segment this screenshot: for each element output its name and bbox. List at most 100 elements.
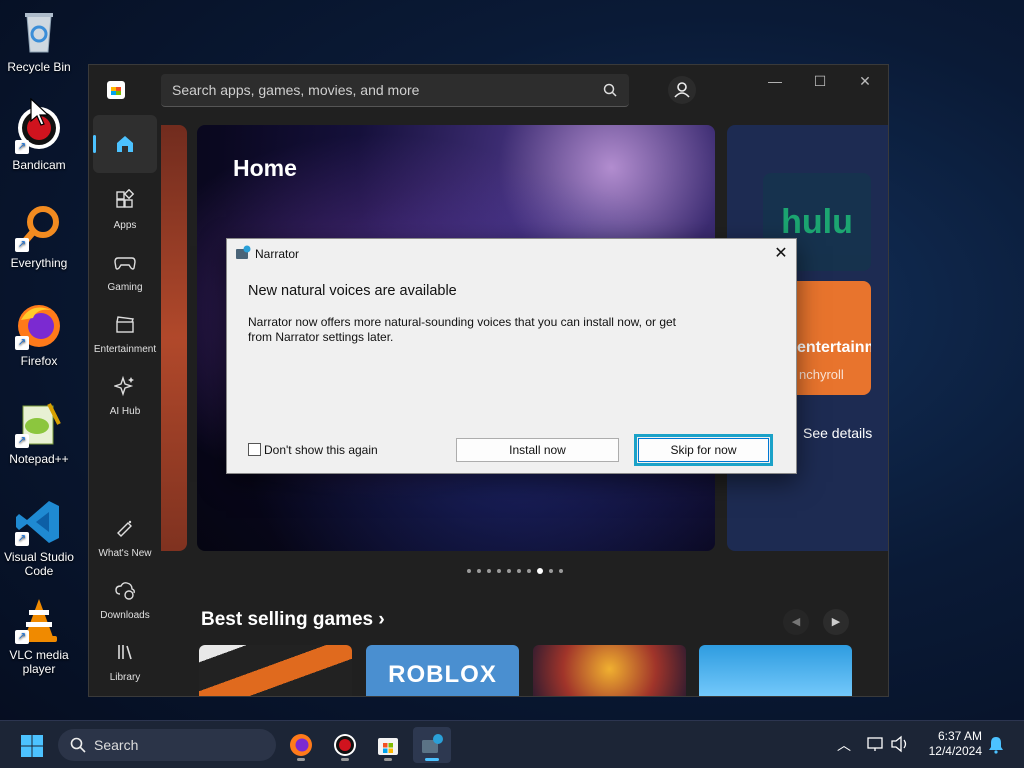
store-search-box[interactable] — [161, 74, 629, 107]
search-icon[interactable] — [603, 83, 617, 97]
nav-downloads[interactable]: Downloads — [93, 571, 157, 629]
mouse-cursor-icon — [30, 98, 48, 126]
game-tile[interactable] — [533, 645, 686, 696]
chevron-up-icon[interactable]: ︿ — [837, 735, 851, 755]
library-icon — [118, 645, 132, 660]
vlc-icon: ↗ — [15, 596, 63, 644]
taskbar-store[interactable] — [369, 727, 407, 763]
nav-label: Gaming — [107, 282, 143, 293]
carousel-dot[interactable] — [467, 569, 471, 573]
carousel-dot[interactable] — [477, 569, 481, 573]
desktop-icon-label: Bandicam — [12, 158, 66, 172]
narrator-dialog: Narrator ✕ New natural voices are availa… — [226, 238, 797, 474]
nav-home[interactable] — [93, 115, 157, 173]
taskbar-bandicam[interactable] — [326, 727, 364, 763]
skip-for-now-button[interactable]: Skip for now — [634, 434, 773, 466]
windows-start-icon[interactable] — [20, 734, 44, 758]
taskbar-clock[interactable]: 6:37 AM 12/4/2024 — [920, 729, 982, 759]
carousel-dot[interactable] — [517, 569, 521, 573]
taskbar-search-label: Search — [94, 737, 139, 753]
shortcut-arrow-icon: ↗ — [15, 336, 29, 350]
game-title: ROBLOX — [388, 661, 497, 688]
carousel-indicator — [467, 567, 563, 575]
desktop-icon-everything[interactable]: ↗ Everything — [0, 204, 78, 270]
clock-date: 12/4/2024 — [928, 744, 982, 758]
gamepad-icon — [114, 257, 136, 270]
store-titlebar: — ☐ ✕ — [89, 65, 888, 115]
volume-icon[interactable] — [890, 735, 910, 753]
nav-label: What's New — [98, 548, 152, 559]
best-selling-heading[interactable]: Best selling games › — [201, 609, 385, 631]
scroll-left-button[interactable]: ◀ — [783, 609, 809, 635]
notepad-plus-plus-icon: ↗ — [15, 400, 63, 448]
game-tile[interactable] — [199, 645, 352, 696]
see-details-link[interactable]: See details — [803, 425, 872, 441]
desktop-icon-vlc[interactable]: ↗ VLC media player — [0, 596, 78, 676]
dialog-heading: New natural voices are available — [248, 283, 457, 299]
shortcut-arrow-icon: ↗ — [15, 434, 29, 448]
shortcut-arrow-icon: ↗ — [15, 630, 29, 644]
carousel-dot-active[interactable] — [537, 568, 543, 574]
maximize-button[interactable]: ☐ — [807, 73, 833, 93]
nav-entertainment[interactable]: Entertainment — [93, 305, 157, 363]
dialog-close-button[interactable]: ✕ — [770, 243, 792, 265]
nav-whats-new[interactable]: What's New — [93, 509, 157, 567]
clapperboard-icon — [116, 316, 134, 333]
desktop-icon-label: VLC media player — [9, 648, 69, 676]
game-tile-roblox[interactable]: ROBLOX — [366, 645, 519, 696]
account-button[interactable] — [668, 76, 696, 104]
shortcut-arrow-icon: ↗ — [15, 532, 29, 546]
window-close-button[interactable]: ✕ — [852, 73, 878, 93]
nav-library[interactable]: Library — [93, 633, 157, 691]
taskbar-firefox[interactable] — [282, 727, 320, 763]
install-now-button[interactable]: Install now — [456, 438, 619, 462]
search-icon — [70, 737, 86, 753]
dialog-title: Narrator — [255, 247, 300, 261]
store-search-input[interactable] — [172, 82, 592, 98]
desktop-icon-vscode[interactable]: ↗ Visual Studio Code — [0, 498, 78, 578]
home-icon — [117, 136, 133, 152]
running-indicator — [341, 758, 349, 761]
nav-apps[interactable]: Apps — [93, 181, 157, 239]
carousel-dot[interactable] — [507, 569, 511, 573]
firefox-icon — [290, 734, 312, 756]
desktop-icon-firefox[interactable]: ↗ Firefox — [0, 302, 78, 368]
clock-time: 6:37 AM — [937, 729, 982, 743]
nav-gaming[interactable]: Gaming — [93, 243, 157, 301]
firefox-icon: ↗ — [15, 302, 63, 350]
vscode-icon: ↗ — [15, 498, 63, 546]
carousel-dot[interactable] — [487, 569, 491, 573]
nav-ai-hub[interactable]: AI Hub — [93, 367, 157, 425]
desktop-icon-label: Everything — [10, 256, 68, 270]
dont-show-again-checkbox[interactable] — [248, 443, 261, 456]
game-tile[interactable] — [699, 645, 852, 696]
scroll-right-button[interactable]: ▶ — [823, 609, 849, 635]
megaphone-icon — [117, 520, 132, 537]
carousel-dot[interactable] — [527, 569, 531, 573]
carousel-dot[interactable] — [549, 569, 553, 573]
crunchyroll-subtitle: nchyroll — [799, 367, 844, 382]
bandicam-icon — [334, 734, 356, 756]
hero-previous-slide[interactable] — [161, 125, 187, 551]
notification-bell-icon[interactable] — [988, 736, 1004, 754]
minimize-button[interactable]: — — [762, 73, 788, 93]
checkbox-label[interactable]: Don't show this again — [264, 443, 378, 457]
nav-label: AI Hub — [109, 406, 141, 417]
taskbar-search[interactable]: Search — [58, 729, 276, 761]
download-cloud-icon — [115, 582, 135, 600]
sparkle-icon — [112, 375, 134, 397]
dialog-message: Narrator now offers more natural-soundin… — [248, 315, 677, 344]
carousel-dot[interactable] — [497, 569, 501, 573]
desktop-icon-label: Firefox — [20, 354, 58, 368]
network-icon[interactable] — [866, 735, 884, 753]
desktop-icon-label: Recycle Bin — [7, 60, 71, 74]
narrator-icon — [236, 245, 251, 259]
desktop-icon-notepadpp[interactable]: ↗ Notepad++ — [0, 400, 78, 466]
taskbar-narrator[interactable] — [413, 727, 451, 763]
desktop-icon-recycle-bin[interactable]: Recycle Bin — [0, 8, 78, 74]
active-indicator — [93, 135, 96, 153]
section-title: Best selling games — [201, 609, 374, 630]
carousel-dot[interactable] — [559, 569, 563, 573]
nav-label: Apps — [113, 220, 137, 231]
running-indicator — [384, 758, 392, 761]
